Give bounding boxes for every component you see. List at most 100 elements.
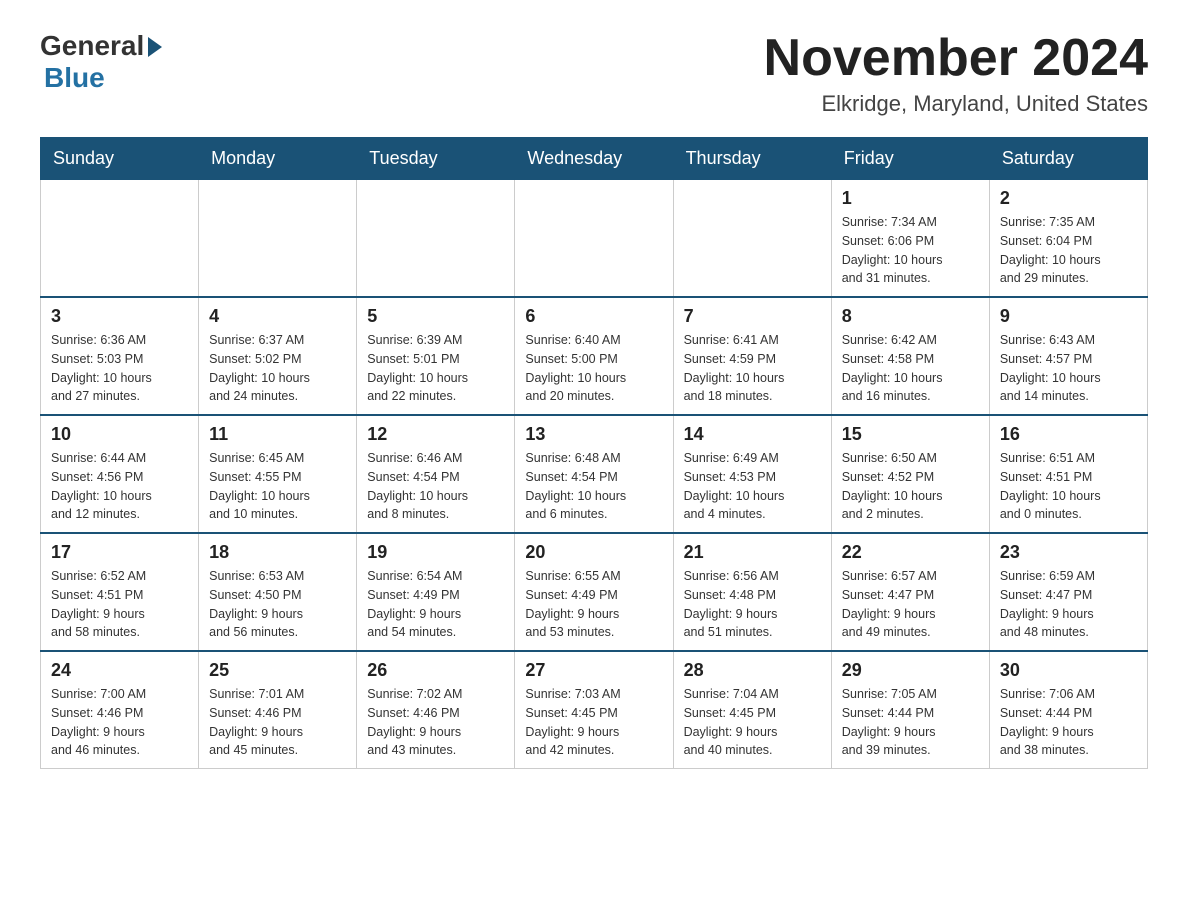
day-info: Sunrise: 6:36 AM Sunset: 5:03 PM Dayligh… <box>51 331 188 406</box>
location: Elkridge, Maryland, United States <box>764 91 1148 117</box>
calendar-cell: 8 Sunrise: 6:42 AM Sunset: 4:58 PM Daylig… <box>831 297 989 415</box>
calendar-cell: 21 Sunrise: 6:56 AM Sunset: 4:48 PM Dayli… <box>673 533 831 651</box>
calendar-cell: 15 Sunrise: 6:50 AM Sunset: 4:52 PM Dayli… <box>831 415 989 533</box>
day-number: 8 <box>842 306 979 327</box>
column-header-monday: Monday <box>199 138 357 180</box>
day-number: 5 <box>367 306 504 327</box>
calendar-cell: 30 Sunrise: 7:06 AM Sunset: 4:44 PM Dayli… <box>989 651 1147 769</box>
calendar-cell: 27 Sunrise: 7:03 AM Sunset: 4:45 PM Dayli… <box>515 651 673 769</box>
column-header-thursday: Thursday <box>673 138 831 180</box>
day-info: Sunrise: 6:56 AM Sunset: 4:48 PM Dayligh… <box>684 567 821 642</box>
day-info: Sunrise: 7:06 AM Sunset: 4:44 PM Dayligh… <box>1000 685 1137 760</box>
day-info: Sunrise: 6:40 AM Sunset: 5:00 PM Dayligh… <box>525 331 662 406</box>
day-info: Sunrise: 6:49 AM Sunset: 4:53 PM Dayligh… <box>684 449 821 524</box>
calendar-cell: 18 Sunrise: 6:53 AM Sunset: 4:50 PM Dayli… <box>199 533 357 651</box>
day-info: Sunrise: 6:55 AM Sunset: 4:49 PM Dayligh… <box>525 567 662 642</box>
month-title: November 2024 <box>764 30 1148 87</box>
column-header-tuesday: Tuesday <box>357 138 515 180</box>
day-info: Sunrise: 7:02 AM Sunset: 4:46 PM Dayligh… <box>367 685 504 760</box>
logo-blue-text: Blue <box>44 62 105 93</box>
day-number: 20 <box>525 542 662 563</box>
calendar-cell <box>357 180 515 298</box>
day-number: 3 <box>51 306 188 327</box>
calendar-cell: 16Sunrise: 6:51 AM Sunset: 4:51 PM Dayli… <box>989 415 1147 533</box>
calendar-cell: 12 Sunrise: 6:46 AM Sunset: 4:54 PM Dayli… <box>357 415 515 533</box>
calendar-week-row: 17 Sunrise: 6:52 AM Sunset: 4:51 PM Dayli… <box>41 533 1148 651</box>
day-info: Sunrise: 7:05 AM Sunset: 4:44 PM Dayligh… <box>842 685 979 760</box>
page-header: General Blue November 2024 Elkridge, Mar… <box>40 30 1148 117</box>
calendar-cell: 19 Sunrise: 6:54 AM Sunset: 4:49 PM Dayli… <box>357 533 515 651</box>
day-number: 30 <box>1000 660 1137 681</box>
day-number: 27 <box>525 660 662 681</box>
calendar-week-row: 24 Sunrise: 7:00 AM Sunset: 4:46 PM Dayli… <box>41 651 1148 769</box>
day-number: 29 <box>842 660 979 681</box>
day-info: Sunrise: 6:45 AM Sunset: 4:55 PM Dayligh… <box>209 449 346 524</box>
day-info: Sunrise: 6:48 AM Sunset: 4:54 PM Dayligh… <box>525 449 662 524</box>
calendar-cell: 5 Sunrise: 6:39 AM Sunset: 5:01 PM Daylig… <box>357 297 515 415</box>
day-info: Sunrise: 6:46 AM Sunset: 4:54 PM Dayligh… <box>367 449 504 524</box>
day-number: 12 <box>367 424 504 445</box>
day-info: Sunrise: 6:57 AM Sunset: 4:47 PM Dayligh… <box>842 567 979 642</box>
column-header-wednesday: Wednesday <box>515 138 673 180</box>
calendar-cell: 11Sunrise: 6:45 AM Sunset: 4:55 PM Dayli… <box>199 415 357 533</box>
day-info: Sunrise: 6:44 AM Sunset: 4:56 PM Dayligh… <box>51 449 188 524</box>
calendar-cell: 25 Sunrise: 7:01 AM Sunset: 4:46 PM Dayli… <box>199 651 357 769</box>
logo-arrow-icon <box>148 37 162 57</box>
day-info: Sunrise: 6:39 AM Sunset: 5:01 PM Dayligh… <box>367 331 504 406</box>
day-number: 1 <box>842 188 979 209</box>
day-number: 23 <box>1000 542 1137 563</box>
day-number: 4 <box>209 306 346 327</box>
day-number: 26 <box>367 660 504 681</box>
column-header-saturday: Saturday <box>989 138 1147 180</box>
day-info: Sunrise: 7:01 AM Sunset: 4:46 PM Dayligh… <box>209 685 346 760</box>
day-number: 14 <box>684 424 821 445</box>
day-info: Sunrise: 6:42 AM Sunset: 4:58 PM Dayligh… <box>842 331 979 406</box>
calendar-cell <box>199 180 357 298</box>
calendar-cell: 7Sunrise: 6:41 AM Sunset: 4:59 PM Daylig… <box>673 297 831 415</box>
day-number: 22 <box>842 542 979 563</box>
calendar-cell: 29 Sunrise: 7:05 AM Sunset: 4:44 PM Dayli… <box>831 651 989 769</box>
day-number: 16 <box>1000 424 1137 445</box>
day-info: Sunrise: 6:54 AM Sunset: 4:49 PM Dayligh… <box>367 567 504 642</box>
day-info: Sunrise: 6:37 AM Sunset: 5:02 PM Dayligh… <box>209 331 346 406</box>
day-number: 6 <box>525 306 662 327</box>
title-block: November 2024 Elkridge, Maryland, United… <box>764 30 1148 117</box>
day-number: 13 <box>525 424 662 445</box>
calendar-week-row: 10Sunrise: 6:44 AM Sunset: 4:56 PM Dayli… <box>41 415 1148 533</box>
calendar-cell: 14 Sunrise: 6:49 AM Sunset: 4:53 PM Dayli… <box>673 415 831 533</box>
calendar-cell: 6 Sunrise: 6:40 AM Sunset: 5:00 PM Daylig… <box>515 297 673 415</box>
day-info: Sunrise: 6:41 AM Sunset: 4:59 PM Dayligh… <box>684 331 821 406</box>
column-header-friday: Friday <box>831 138 989 180</box>
day-number: 24 <box>51 660 188 681</box>
calendar-cell: 9Sunrise: 6:43 AM Sunset: 4:57 PM Daylig… <box>989 297 1147 415</box>
day-number: 18 <box>209 542 346 563</box>
day-number: 17 <box>51 542 188 563</box>
day-info: Sunrise: 7:00 AM Sunset: 4:46 PM Dayligh… <box>51 685 188 760</box>
calendar-cell: 13 Sunrise: 6:48 AM Sunset: 4:54 PM Dayli… <box>515 415 673 533</box>
day-info: Sunrise: 6:53 AM Sunset: 4:50 PM Dayligh… <box>209 567 346 642</box>
calendar-cell: 20 Sunrise: 6:55 AM Sunset: 4:49 PM Dayli… <box>515 533 673 651</box>
logo: General Blue <box>40 30 162 94</box>
day-info: Sunrise: 6:52 AM Sunset: 4:51 PM Dayligh… <box>51 567 188 642</box>
day-info: Sunrise: 6:50 AM Sunset: 4:52 PM Dayligh… <box>842 449 979 524</box>
calendar-cell: 4 Sunrise: 6:37 AM Sunset: 5:02 PM Daylig… <box>199 297 357 415</box>
day-info: Sunrise: 6:59 AM Sunset: 4:47 PM Dayligh… <box>1000 567 1137 642</box>
calendar-cell: 1 Sunrise: 7:34 AM Sunset: 6:06 PM Daylig… <box>831 180 989 298</box>
day-number: 25 <box>209 660 346 681</box>
day-info: Sunrise: 7:04 AM Sunset: 4:45 PM Dayligh… <box>684 685 821 760</box>
calendar-cell: 26 Sunrise: 7:02 AM Sunset: 4:46 PM Dayli… <box>357 651 515 769</box>
day-info: Sunrise: 7:34 AM Sunset: 6:06 PM Dayligh… <box>842 213 979 288</box>
calendar-cell: 2Sunrise: 7:35 AM Sunset: 6:04 PM Daylig… <box>989 180 1147 298</box>
day-number: 19 <box>367 542 504 563</box>
day-info: Sunrise: 7:03 AM Sunset: 4:45 PM Dayligh… <box>525 685 662 760</box>
calendar-cell <box>515 180 673 298</box>
calendar-cell: 24 Sunrise: 7:00 AM Sunset: 4:46 PM Dayli… <box>41 651 199 769</box>
logo-general-text: General <box>40 30 144 62</box>
day-number: 28 <box>684 660 821 681</box>
day-number: 21 <box>684 542 821 563</box>
day-number: 15 <box>842 424 979 445</box>
calendar-cell: 28 Sunrise: 7:04 AM Sunset: 4:45 PM Dayli… <box>673 651 831 769</box>
calendar-cell: 10Sunrise: 6:44 AM Sunset: 4:56 PM Dayli… <box>41 415 199 533</box>
calendar-header-row: SundayMondayTuesdayWednesdayThursdayFrid… <box>41 138 1148 180</box>
column-header-sunday: Sunday <box>41 138 199 180</box>
